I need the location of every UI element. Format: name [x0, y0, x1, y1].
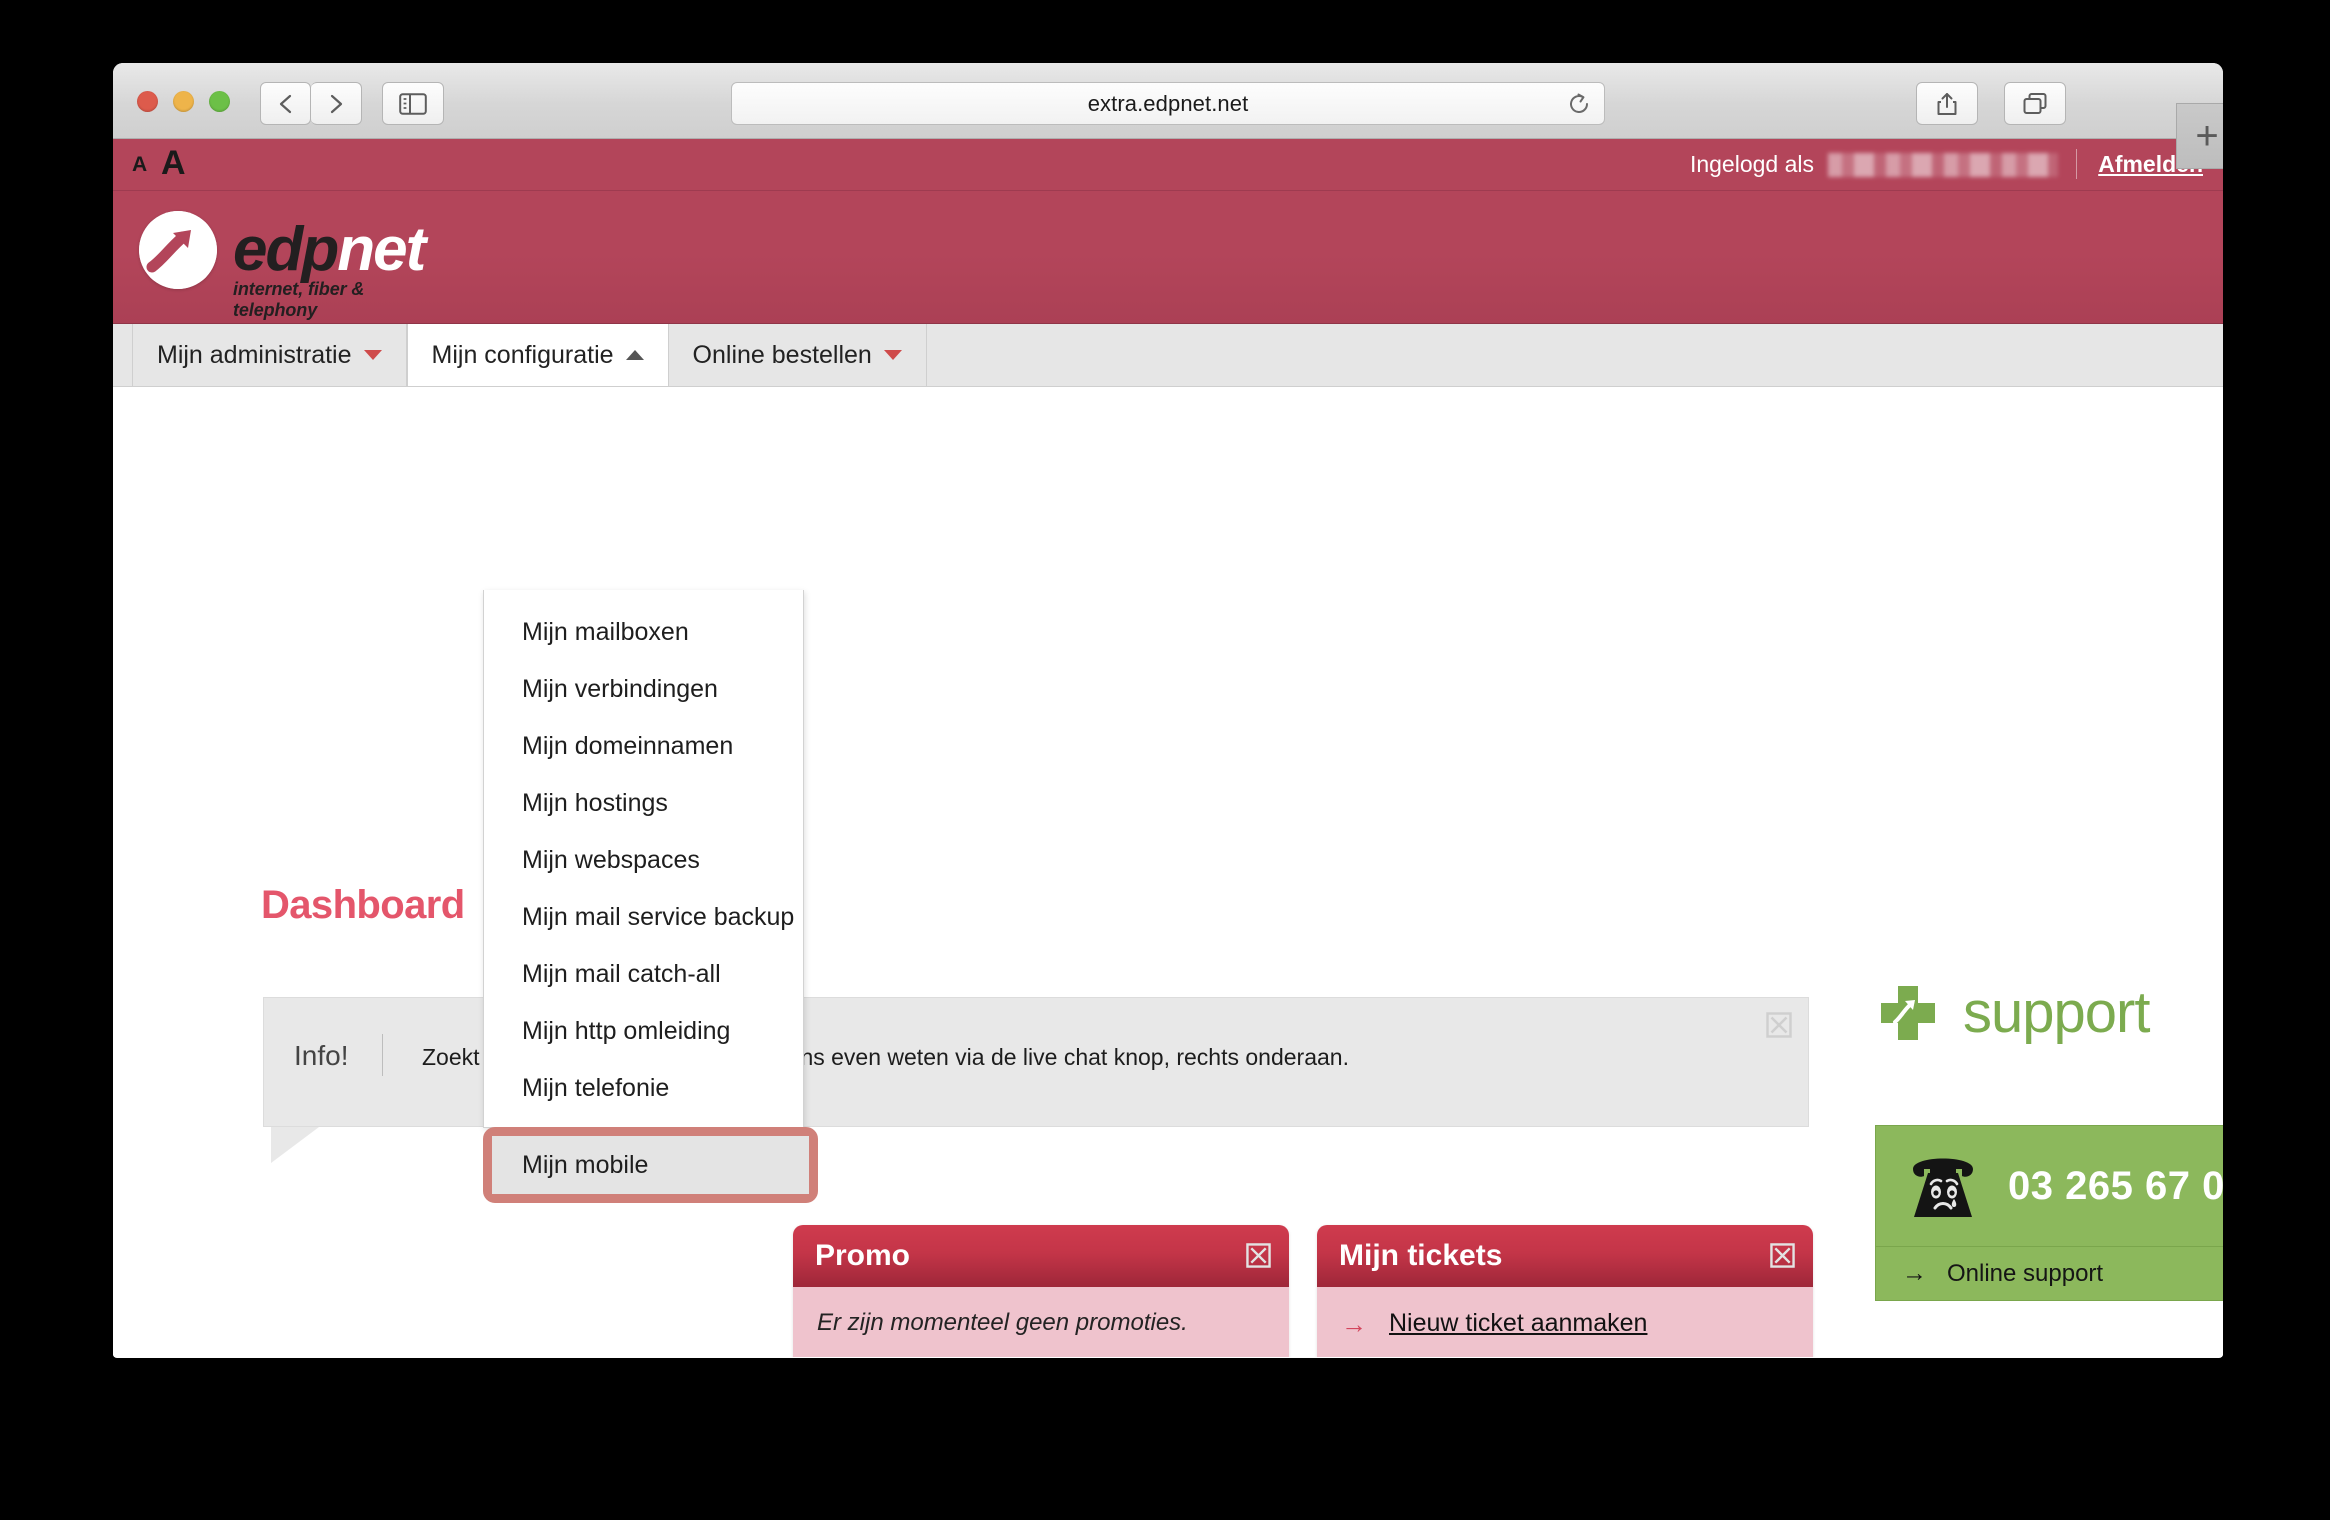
chevron-left-icon — [279, 94, 291, 113]
promo-empty-message: Er zijn momenteel geen promoties. — [817, 1309, 1188, 1336]
close-window-button[interactable] — [137, 91, 158, 112]
tickets-panel: Mijn tickets → Nieuw ticket aanmaken — [1317, 1225, 1813, 1357]
nav-item-mijn-configuratie[interactable]: Mijn configuratie — [406, 324, 669, 386]
maximize-window-button[interactable] — [209, 91, 230, 112]
arrow-right-icon: → — [1902, 1259, 1927, 1287]
new-ticket-link[interactable]: Nieuw ticket aanmaken — [1389, 1309, 1647, 1338]
info-label: Info! — [294, 1040, 349, 1071]
tickets-close-button[interactable] — [1770, 1243, 1795, 1268]
logged-in-status: Ingelogd als — [1690, 151, 2058, 178]
share-icon — [1937, 92, 1957, 115]
ticket-link-row[interactable]: → Nieuw ticket aanmaken — [1341, 1309, 1789, 1338]
menu-item-mijn-http-omleiding[interactable]: Mijn http omleiding — [484, 1003, 803, 1060]
info-banner-tail — [271, 1127, 319, 1163]
username-redacted — [1828, 152, 2058, 177]
show-tabs-button[interactable] — [2004, 82, 2066, 125]
main-navigation: Mijn administratie Mijn configuratie Onl… — [113, 324, 2223, 387]
new-tab-label: + — [2195, 114, 2219, 158]
promo-close-button[interactable] — [1246, 1243, 1271, 1268]
logo-tagline: internet, fiber & telephony — [233, 278, 365, 320]
promo-panel: Promo Er zijn momenteel geen promoties. — [793, 1225, 1289, 1357]
tickets-panel-body: → Nieuw ticket aanmaken → Mijn tickets — [1317, 1287, 1813, 1357]
close-icon — [1246, 1243, 1271, 1268]
back-button[interactable] — [260, 82, 311, 125]
reload-button[interactable] — [1566, 91, 1592, 117]
support-phone-block: 03 265 67 00 — [1875, 1125, 2223, 1247]
edpnet-logo[interactable]: edpnet internet, fiber & telephony — [139, 211, 426, 320]
support-header: support — [1875, 979, 2150, 1046]
menu-item-mijn-webspaces[interactable]: Mijn webspaces — [484, 832, 803, 889]
logo-wordmark: edpnet internet, fiber & telephony — [233, 218, 426, 320]
new-tab-button[interactable]: + — [2176, 103, 2223, 169]
menu-item-mijn-mailboxen[interactable]: Mijn mailboxen — [484, 604, 803, 661]
online-support-label: Online support — [1947, 1259, 2104, 1287]
menu-item-mijn-verbindingen[interactable]: Mijn verbindingen — [484, 661, 803, 718]
chevron-down-icon — [363, 350, 382, 360]
utility-bar: A A Ingelogd als Afmelden — [113, 139, 2223, 191]
nav-label: Mijn administratie — [157, 340, 352, 369]
mijn-configuratie-dropdown: Mijn mailboxen Mijn verbindingen Mijn do… — [483, 590, 804, 1128]
logo-word: edpnet — [233, 218, 426, 280]
chevron-right-icon — [330, 94, 343, 113]
nav-item-online-bestellen[interactable]: Online bestellen — [668, 324, 927, 386]
browser-window: extra.edpnet.net + A A Ingelogd als Afme… — [113, 63, 2223, 1358]
menu-item-mijn-domeinnamen[interactable]: Mijn domeinnamen — [484, 718, 803, 775]
brand-header: edpnet internet, fiber & telephony — [113, 191, 2223, 324]
reload-icon — [1570, 93, 1588, 113]
logged-in-label: Ingelogd als — [1689, 151, 1814, 177]
nav-label: Mijn configuratie — [431, 340, 614, 369]
chevron-up-icon — [625, 350, 644, 360]
tickets-title: Mijn tickets — [1339, 1239, 1503, 1272]
promo-title: Promo — [815, 1239, 911, 1272]
chevron-down-icon — [883, 350, 902, 360]
font-size-large-button[interactable]: A — [161, 144, 186, 183]
promo-panel-header: Promo — [793, 1225, 1289, 1287]
forward-button[interactable] — [311, 82, 362, 125]
support-phone-number: 03 265 67 00 — [2008, 1163, 2223, 1208]
web-page: A A Ingelogd als Afmelden edpnet interne… — [113, 139, 2223, 1357]
info-close-button[interactable] — [1766, 1012, 1792, 1038]
close-icon — [1766, 1012, 1792, 1038]
logo-arrow-icon — [139, 211, 217, 289]
browser-toolbar: extra.edpnet.net + — [113, 63, 2223, 169]
promo-panel-body: Er zijn momenteel geen promoties. — [793, 1287, 1289, 1357]
green-cross-support-icon — [1881, 985, 1935, 1040]
menu-item-mijn-mail-catch-all[interactable]: Mijn mail catch-all — [484, 946, 803, 1003]
menu-item-mijn-mail-service-backup[interactable]: Mijn mail service backup — [484, 889, 803, 946]
online-support-link-bar[interactable]: → Online support — [1875, 1247, 2223, 1301]
sidebar-toggle-button[interactable] — [382, 82, 444, 125]
nav-label: Online bestellen — [692, 340, 872, 369]
window-controls — [137, 91, 230, 112]
dashboard-content: Dashboard Info! Zoekt u iets in my edpne… — [113, 387, 2223, 1357]
divider — [382, 1034, 383, 1076]
address-bar[interactable]: extra.edpnet.net — [731, 82, 1605, 125]
minimize-window-button[interactable] — [173, 91, 194, 112]
logo-net: net — [337, 214, 426, 284]
tabs-icon — [2023, 92, 2047, 114]
logo-edp: edp — [233, 214, 339, 284]
menu-item-mijn-mobile-highlight[interactable]: Mijn mobile — [483, 1127, 818, 1203]
nav-item-mijn-administratie[interactable]: Mijn administratie — [132, 324, 407, 386]
font-size-small-button[interactable]: A — [132, 153, 147, 177]
menu-item-mijn-mobile[interactable]: Mijn mobile — [492, 1136, 809, 1194]
menu-item-mijn-telefonie[interactable]: Mijn telefonie — [484, 1060, 803, 1117]
page-title: Dashboard — [261, 883, 465, 927]
divider — [2076, 149, 2077, 179]
support-word: support — [1963, 980, 2150, 1045]
tickets-panel-header: Mijn tickets — [1317, 1225, 1813, 1287]
sad-telephone-icon — [1913, 1158, 1973, 1217]
close-icon — [1770, 1243, 1795, 1268]
arrow-right-icon: → — [1341, 1308, 1367, 1339]
menu-item-mijn-hostings[interactable]: Mijn hostings — [484, 775, 803, 832]
url-text: extra.edpnet.net — [1087, 90, 1249, 116]
share-button[interactable] — [1916, 82, 1978, 125]
sidebar-icon — [399, 92, 427, 115]
